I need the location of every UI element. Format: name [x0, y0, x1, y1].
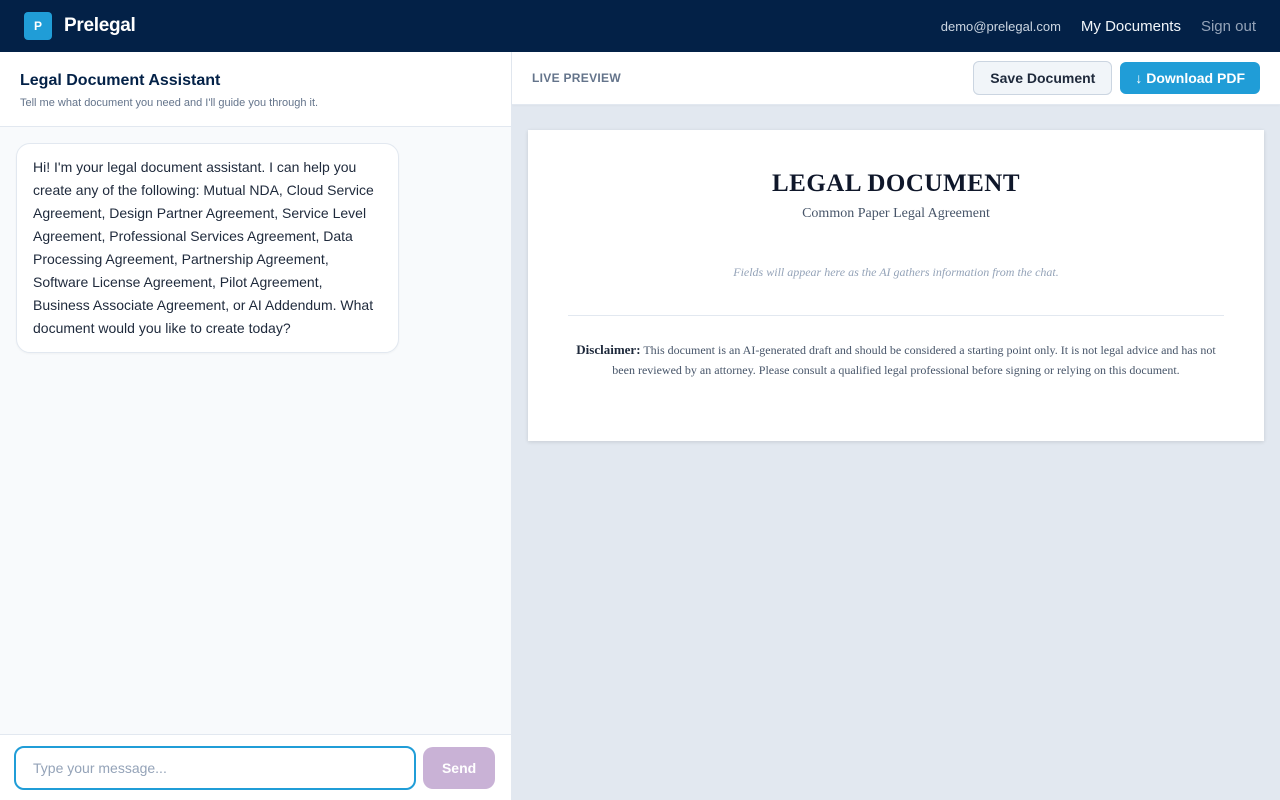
live-preview-label: LIVE PREVIEW: [532, 71, 621, 85]
document-subtitle: Common Paper Legal Agreement: [802, 206, 990, 221]
message-input[interactable]: [14, 745, 417, 790]
brand-name[interactable]: Prelegal: [64, 15, 136, 37]
chat-title: Legal Document Assistant: [20, 72, 221, 89]
my-documents-link[interactable]: My Documents: [1081, 18, 1181, 35]
download-pdf-button[interactable]: ↓ Download PDF: [1120, 62, 1260, 94]
top-nav: demo@prelegal.com My Documents Sign out: [941, 18, 1256, 35]
assistant-message: Hi! I'm your legal document assistant. I…: [16, 143, 399, 353]
preview-actions: Save Document ↓ Download PDF: [973, 61, 1260, 95]
save-document-button[interactable]: Save Document: [973, 61, 1113, 95]
top-navbar: P Prelegal demo@prelegal.com My Document…: [0, 0, 1280, 52]
disclaimer: Disclaimer: This document is an AI-gener…: [568, 340, 1224, 380]
chat-header: Legal Document Assistant Tell me what do…: [0, 52, 511, 127]
document-preview: LEGAL DOCUMENT Common Paper Legal Agreem…: [528, 130, 1264, 441]
disclaimer-text: This document is an AI-generated draft a…: [612, 343, 1216, 377]
preview-panel: LIVE PREVIEW Save Document ↓ Download PD…: [512, 52, 1280, 800]
logo-icon[interactable]: P: [24, 12, 52, 40]
chat-messages: Hi! I'm your legal document assistant. I…: [0, 127, 511, 369]
document-title: LEGAL DOCUMENT: [771, 170, 1020, 197]
send-button[interactable]: Send: [423, 746, 495, 789]
document-divider: [568, 315, 1224, 316]
message-composer: Send: [0, 734, 511, 800]
sign-out-link[interactable]: Sign out: [1201, 18, 1256, 35]
document-fields-placeholder: Fields will appear here as the AI gather…: [733, 265, 1059, 279]
chat-subtitle: Tell me what document you need and I'll …: [20, 97, 319, 109]
user-email: demo@prelegal.com: [940, 18, 1061, 34]
chat-panel: Legal Document Assistant Tell me what do…: [0, 52, 512, 800]
preview-header: LIVE PREVIEW Save Document ↓ Download PD…: [512, 52, 1280, 105]
disclaimer-label: Disclaimer:: [576, 342, 641, 357]
